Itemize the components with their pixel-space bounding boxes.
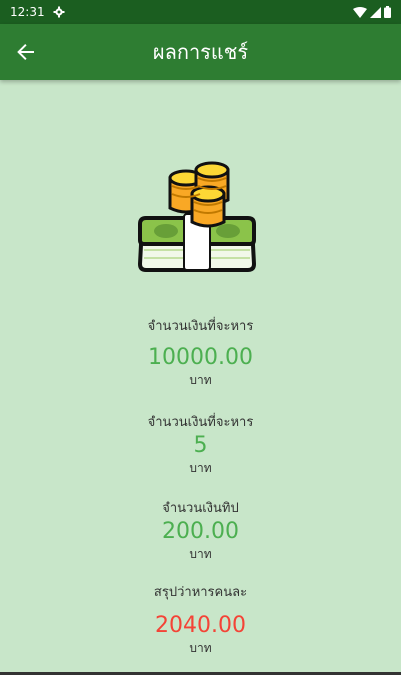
status-left: 12:31 — [10, 5, 65, 19]
tip-value: 200.00 — [162, 519, 239, 544]
divisor-label: จำนวนเงินที่จะหาร — [147, 415, 254, 430]
page-title: ผลการแชร์ — [152, 40, 249, 64]
money-stack-image — [134, 156, 260, 274]
total-amount-label: จำนวนเงินที่จะหาร — [147, 319, 254, 334]
signal-icon — [370, 6, 381, 18]
summary-value: 2040.00 — [155, 613, 246, 638]
status-right — [353, 6, 391, 18]
tip-unit: บาท — [189, 547, 212, 561]
summary-unit: บาท — [189, 641, 212, 655]
summary-label: สรุปว่าหารคนละ — [153, 585, 248, 600]
total-amount-section: จำนวนเงินที่จะหาร 10000.00 บาท — [0, 318, 401, 388]
total-amount-unit: บาท — [189, 373, 212, 387]
arrow-left-icon — [17, 44, 34, 60]
divisor-unit: บาท — [189, 461, 212, 475]
app-bar: ผลการแชร์ — [0, 24, 401, 80]
divisor-value: 5 — [193, 433, 208, 458]
status-bar: 12:31 — [0, 0, 401, 24]
total-amount-value: 10000.00 — [148, 345, 253, 370]
tip-label: จำนวนเงินทิป — [162, 501, 239, 516]
settings-icon — [53, 6, 65, 18]
battery-icon — [384, 6, 391, 18]
summary-section: สรุปว่าหารคนละ 2040.00 บาท — [0, 584, 401, 656]
status-time: 12:31 — [10, 5, 45, 19]
back-button[interactable] — [6, 32, 46, 72]
wifi-icon — [353, 6, 367, 18]
tip-section: จำนวนเงินทิป 200.00 บาท — [0, 500, 401, 562]
divisor-section: จำนวนเงินที่จะหาร 5 บาท — [0, 414, 401, 476]
